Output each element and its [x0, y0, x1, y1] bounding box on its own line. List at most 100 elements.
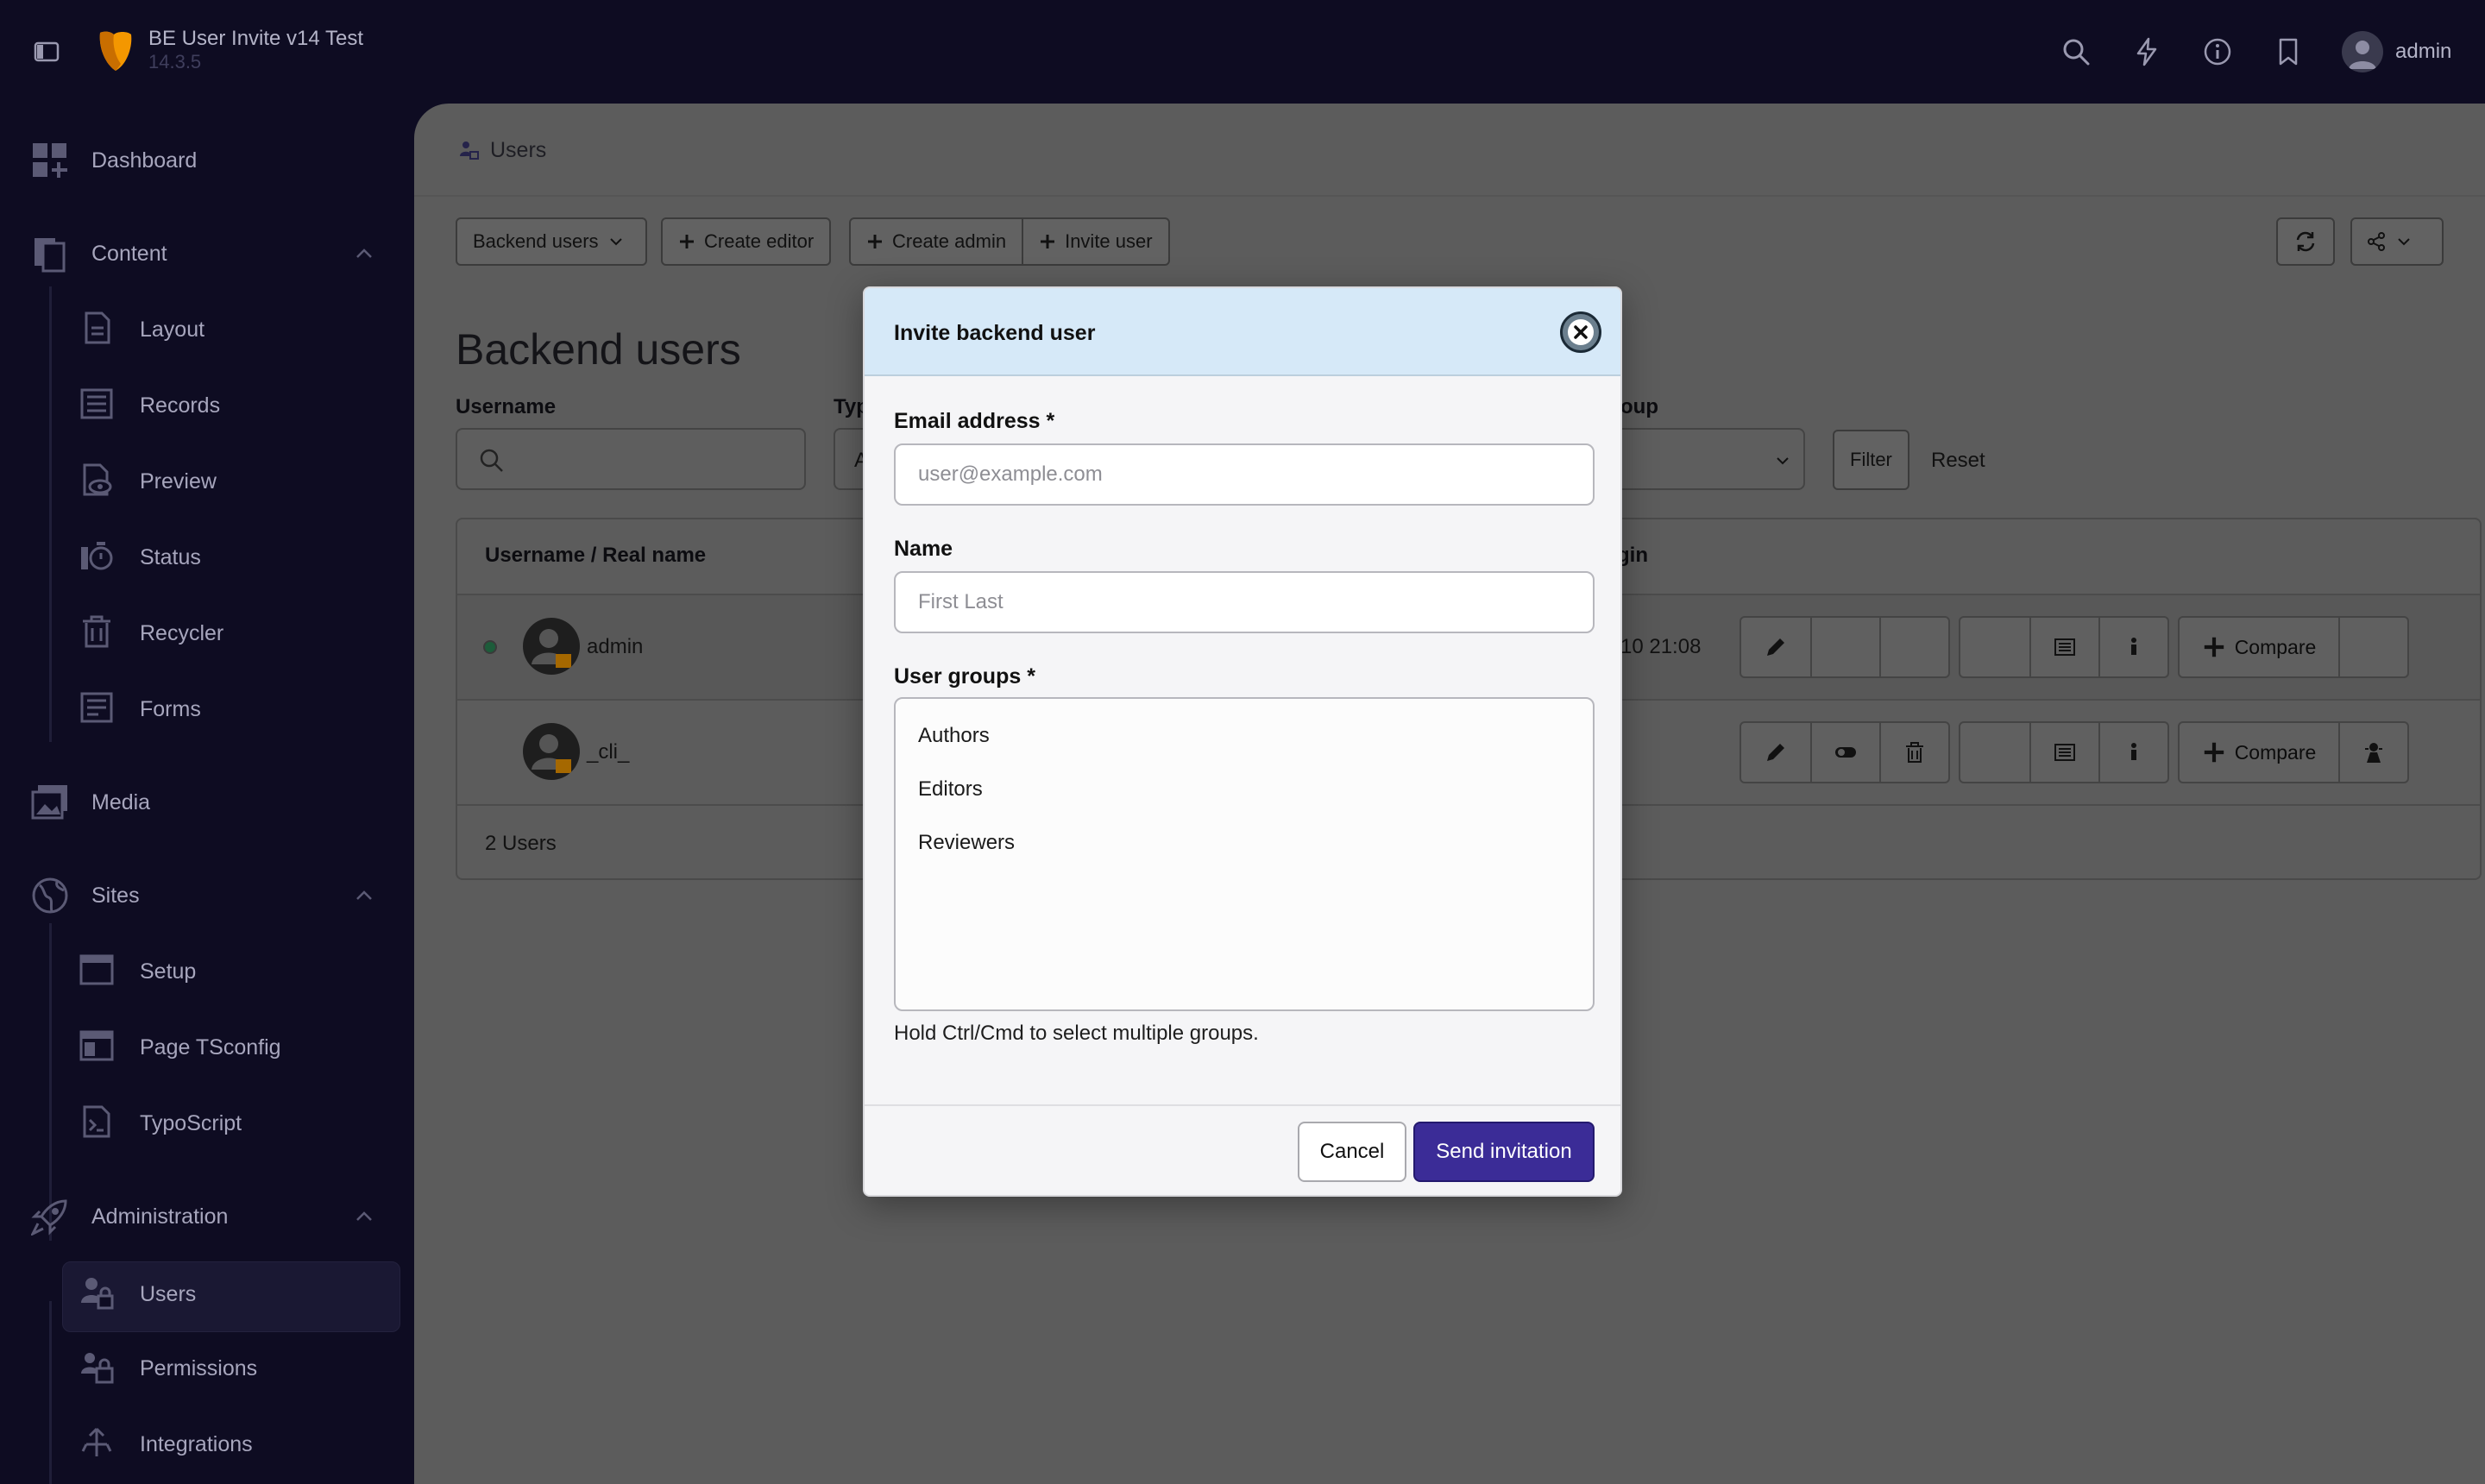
share-button[interactable]	[2350, 217, 2444, 266]
empty-action	[1960, 723, 2029, 782]
invite-user-button[interactable]: Invite user	[1022, 219, 1168, 264]
sidebar-item-label: Forms	[140, 697, 201, 721]
sidebar-item-administration[interactable]: Administration	[0, 1184, 414, 1246]
compare-action-group: Compare	[2178, 616, 2409, 678]
search-icon[interactable]	[2060, 36, 2092, 67]
sites-icon	[31, 877, 69, 915]
filter-button-label: Filter	[1850, 449, 1892, 470]
username-filter-input[interactable]	[456, 428, 806, 490]
sidebar-item-label: Dashboard	[91, 148, 198, 173]
sidebar-item-label: Integrations	[140, 1432, 253, 1456]
status-icon	[79, 538, 114, 573]
create-editor-label: Create editor	[704, 230, 815, 252]
compare-button[interactable]: Compare	[2180, 723, 2338, 782]
info-button[interactable]	[2098, 723, 2167, 782]
sidebar-item-dashboard[interactable]: Dashboard	[0, 128, 414, 190]
switch-user-button[interactable]	[2338, 723, 2407, 782]
sidebar-item-preview[interactable]: Preview	[0, 449, 414, 511]
compare-button[interactable]: Compare	[2180, 618, 2338, 676]
info-button[interactable]	[2098, 618, 2167, 676]
sidebar-toggle-icon[interactable]	[33, 38, 60, 66]
sidebar-item-records[interactable]: Records	[0, 373, 414, 435]
chevron-up-icon[interactable]	[354, 245, 374, 262]
list-icon	[2053, 740, 2077, 764]
avatar	[523, 618, 580, 675]
username[interactable]: admin	[587, 635, 643, 659]
reset-link[interactable]: Reset	[1931, 449, 1985, 473]
edit-button[interactable]	[1741, 723, 1810, 782]
sidebar-item-label: Content	[91, 242, 167, 266]
groups-help-text: Hold Ctrl/Cmd to select multiple groups.	[894, 1022, 1259, 1045]
edit-button[interactable]	[1741, 618, 1810, 676]
toggle-button[interactable]	[1810, 723, 1879, 782]
user-groups-select[interactable]: Authors Editors Reviewers	[894, 697, 1595, 1011]
module-select[interactable]: Backend users	[456, 217, 647, 266]
details-button[interactable]	[2029, 618, 2098, 676]
chevron-up-icon[interactable]	[354, 1208, 374, 1225]
sidebar-item-media[interactable]: Media	[0, 770, 414, 832]
recycler-icon	[79, 614, 114, 649]
users-count: 2 Users	[485, 832, 557, 855]
sidebar-item-forms[interactable]: Forms	[0, 676, 414, 739]
create-editor-button[interactable]: Create editor	[661, 217, 832, 266]
close-button[interactable]	[1560, 311, 1601, 353]
name-label: Name	[894, 537, 953, 561]
breadcrumb-label[interactable]: Users	[490, 138, 546, 163]
sidebar-item-permissions[interactable]: Permissions	[0, 1336, 414, 1398]
user-action-group: Create admin Invite user	[849, 217, 1170, 266]
filter-button[interactable]: Filter	[1833, 430, 1909, 490]
reload-button[interactable]	[2276, 217, 2335, 266]
sidebar-item-integrations[interactable]: Integrations	[0, 1412, 414, 1474]
group-option-editors[interactable]: Editors	[896, 763, 1593, 816]
users-icon	[79, 1275, 114, 1310]
group-option-reviewers[interactable]: Reviewers	[896, 816, 1593, 870]
sidebar-item-layout[interactable]: Layout	[0, 297, 414, 359]
sidebar-item-users[interactable]: Users	[0, 1260, 414, 1332]
chevron-down-icon	[1774, 452, 1791, 469]
sidebar-item-setup[interactable]: Setup	[0, 939, 414, 1001]
group-option-authors[interactable]: Authors	[896, 709, 1593, 763]
app-version: 14.3.5	[148, 51, 202, 72]
sidebar-item-label: Administration	[91, 1204, 229, 1229]
lightning-icon[interactable]	[2131, 36, 2162, 67]
sidebar-item-typoscript[interactable]: TypoScript	[0, 1091, 414, 1153]
sidebar-item-page-tsconfig[interactable]: Page TSconfig	[0, 1015, 414, 1077]
username[interactable]: _cli_	[587, 740, 629, 764]
details-button[interactable]	[2029, 723, 2098, 782]
user-menu-label[interactable]: admin	[2395, 40, 2451, 64]
column-header-name: Username / Real name	[485, 544, 707, 567]
typo3-logo-icon[interactable]	[95, 28, 136, 74]
plus-icon	[1039, 233, 1056, 250]
bookmark-icon[interactable]	[2273, 36, 2304, 67]
chevron-up-icon[interactable]	[354, 887, 374, 904]
close-icon	[1568, 319, 1594, 345]
empty-action	[2338, 618, 2407, 676]
create-admin-button[interactable]: Create admin	[851, 219, 1022, 264]
sidebar-item-recycler[interactable]: Recycler	[0, 601, 414, 663]
name-field[interactable]	[894, 571, 1595, 633]
sidebar-item-label: Permissions	[140, 1356, 258, 1380]
modal-title: Invite backend user	[894, 321, 1096, 345]
sidebar-item-sites[interactable]: Sites	[0, 863, 414, 925]
group-filter-label: oup	[1620, 395, 1658, 418]
group-filter-select[interactable]	[1605, 428, 1805, 490]
user-avatar-icon[interactable]	[2342, 31, 2383, 72]
email-field[interactable]	[894, 443, 1595, 506]
send-invitation-button[interactable]: Send invitation	[1413, 1122, 1595, 1182]
delete-button[interactable]	[1879, 723, 1948, 782]
sidebar-item-status[interactable]: Status	[0, 525, 414, 587]
info-icon[interactable]	[2202, 36, 2233, 67]
search-icon	[478, 447, 506, 475]
sidebar-item-content[interactable]: Content	[0, 221, 414, 283]
permissions-icon	[79, 1349, 114, 1384]
row-actions: Compare	[1740, 616, 2409, 678]
sidebar-item-label: Records	[140, 393, 221, 418]
sidebar-item-label: Users	[140, 1282, 197, 1306]
cancel-button[interactable]: Cancel	[1298, 1122, 1406, 1182]
plus-icon	[2202, 635, 2226, 659]
pencil-icon	[1764, 740, 1788, 764]
sidebar-item-label: Recycler	[140, 621, 224, 645]
share-icon	[2366, 231, 2387, 252]
email-label: Email address *	[894, 409, 1055, 433]
invite-user-label: Invite user	[1065, 230, 1153, 252]
